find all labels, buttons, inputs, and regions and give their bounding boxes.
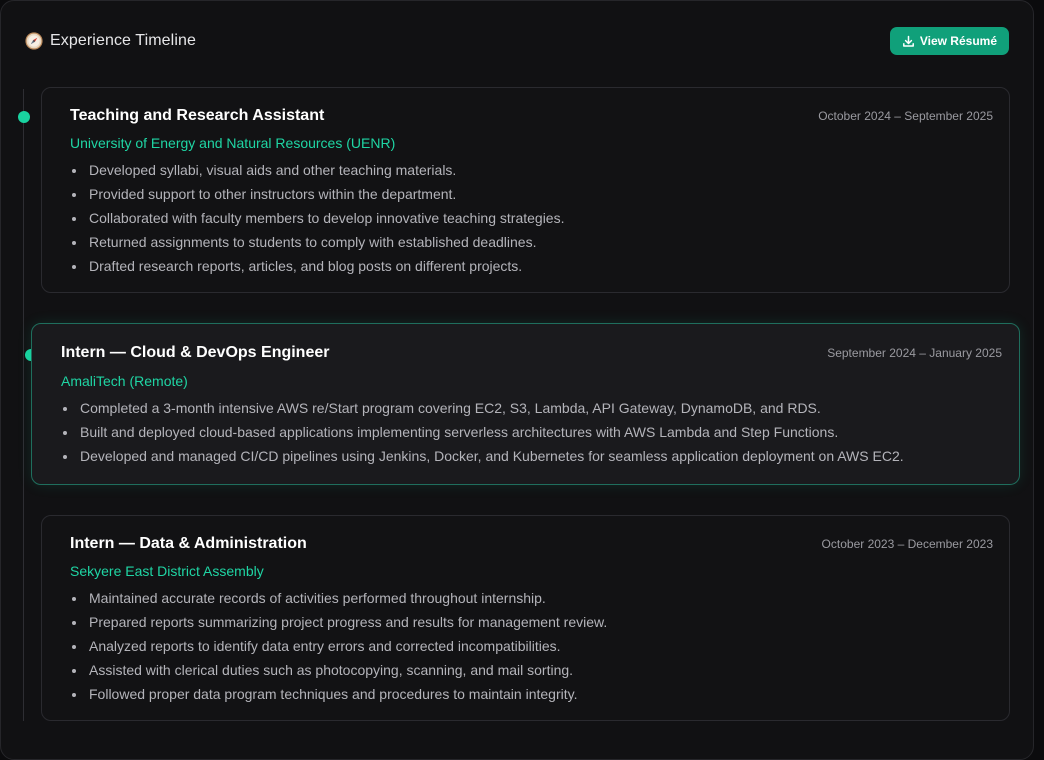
timeline-dot [18, 111, 30, 123]
download-icon [902, 35, 915, 48]
responsibility-list: Developed syllabi, visual aids and other… [70, 158, 564, 278]
list-item: Developed and managed CI/CD pipelines us… [61, 444, 904, 468]
role-title: Intern — Data & Administration [70, 535, 307, 552]
responsibility-list: Maintained accurate records of activitie… [70, 586, 607, 706]
experience-card-sekyere: Intern — Data & Administration October 2… [41, 515, 1010, 721]
list-item: Assisted with clerical duties such as ph… [70, 658, 607, 682]
page-title: Experience Timeline [50, 32, 196, 49]
view-resume-button[interactable]: View Résumé [889, 27, 1009, 55]
organization-name: AmaliTech (Remote) [61, 373, 188, 389]
organization-name: University of Energy and Natural Resourc… [70, 135, 396, 151]
view-resume-label: View Résumé [919, 34, 997, 48]
list-item: Prepared reports summarizing project pro… [70, 610, 607, 634]
role-title: Intern — Cloud & DevOps Engineer [61, 344, 330, 361]
panel-header: Experience Timeline View Résumé [25, 27, 1009, 57]
list-item: Returned assignments to students to comp… [70, 230, 564, 254]
date-range: October 2023 – December 2023 [821, 537, 993, 551]
responsibility-list: Completed a 3-month intensive AWS re/Sta… [61, 396, 904, 468]
list-item: Completed a 3-month intensive AWS re/Sta… [61, 396, 904, 420]
list-item: Developed syllabi, visual aids and other… [70, 158, 564, 182]
experience-card-amalitech: Intern — Cloud & DevOps Engineer Septemb… [31, 323, 1020, 485]
title-group: Experience Timeline [25, 29, 196, 53]
list-item: Provided support to other instructors wi… [70, 182, 564, 206]
date-range: October 2024 – September 2025 [818, 109, 993, 123]
list-item: Followed proper data program techniques … [70, 682, 607, 706]
organization-name: Sekyere East District Assembly [70, 563, 264, 579]
timeline-line [23, 89, 24, 721]
list-item: Maintained accurate records of activitie… [70, 586, 607, 610]
experience-panel: Experience Timeline View Résumé Teaching… [0, 0, 1034, 760]
experience-card-uenr: Teaching and Research Assistant October … [41, 87, 1010, 293]
compass-icon [25, 32, 43, 50]
date-range: September 2024 – January 2025 [827, 346, 1002, 360]
list-item: Built and deployed cloud-based applicati… [61, 420, 904, 444]
list-item: Analyzed reports to identify data entry … [70, 634, 607, 658]
list-item: Collaborated with faculty members to dev… [70, 206, 564, 230]
list-item: Drafted research reports, articles, and … [70, 254, 564, 278]
role-title: Teaching and Research Assistant [70, 107, 325, 124]
